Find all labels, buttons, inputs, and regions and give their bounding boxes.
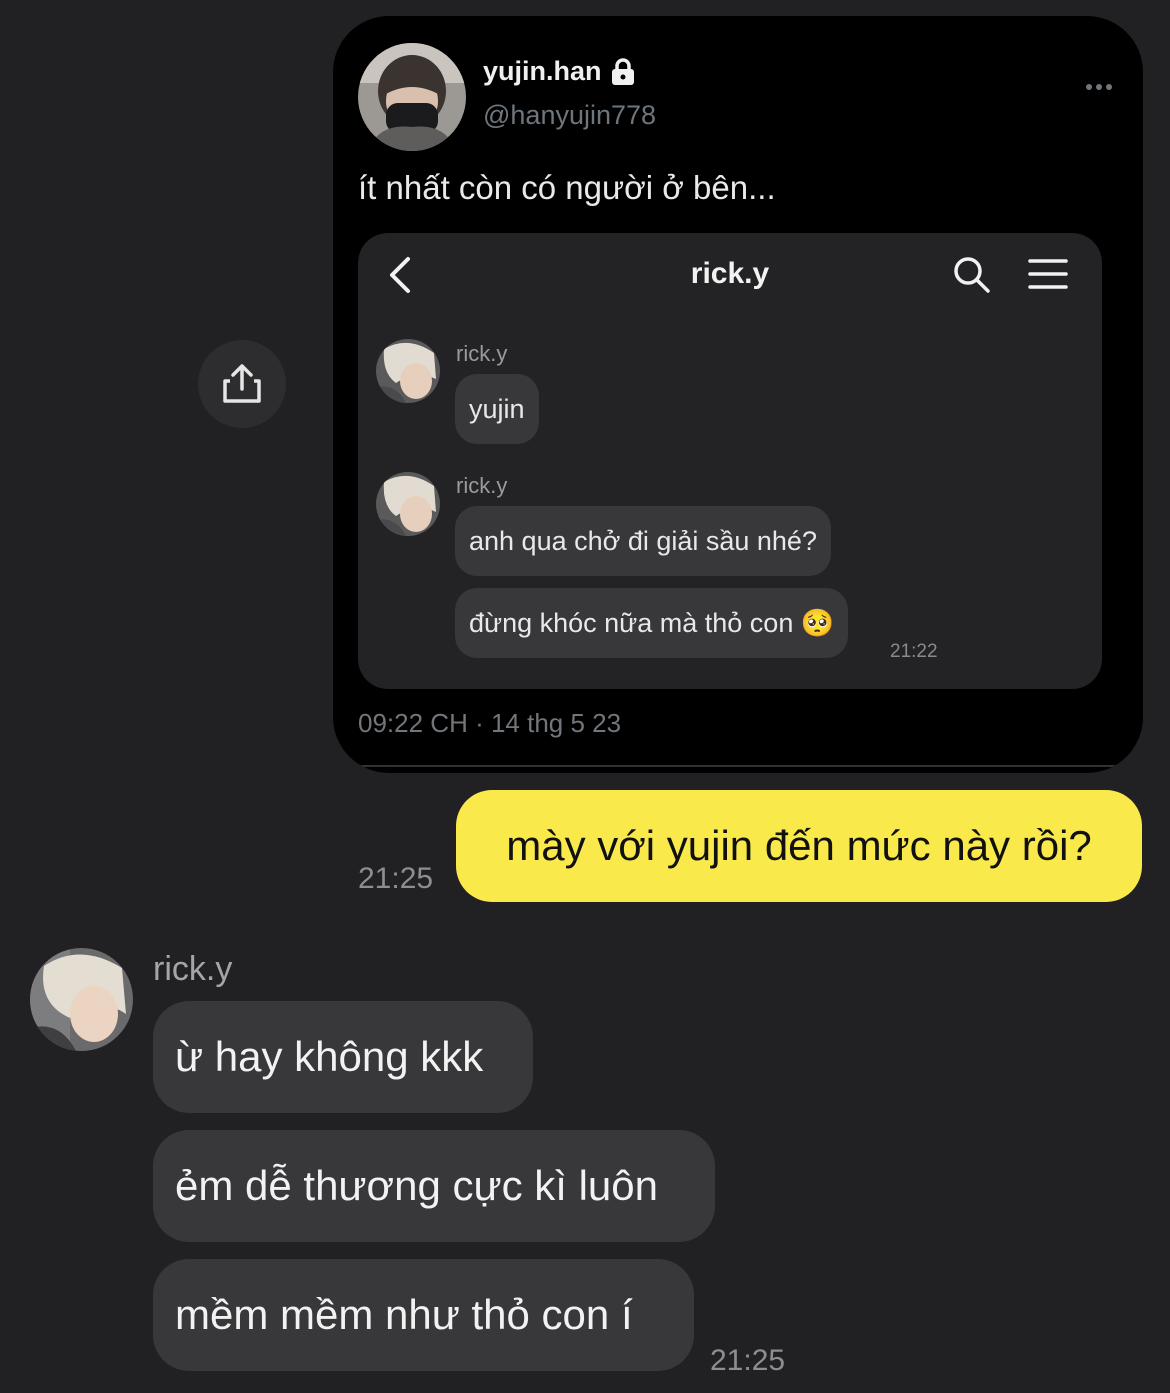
lock-icon xyxy=(611,57,634,85)
embed-message-bubble: anh qua chở đi giải sầu nhé? xyxy=(455,506,831,576)
tweet-name-text: yujin.han xyxy=(483,56,602,86)
share-button[interactable] xyxy=(198,340,286,428)
tweet-timestamp: 09:22 CH · 14 thg 5 23 xyxy=(358,708,622,738)
tweet-avatar[interactable] xyxy=(358,43,466,151)
embed-avatar xyxy=(376,472,440,536)
shared-tweet-card[interactable]: yujin.han @hanyujin778 ít nhất còn có ng… xyxy=(333,16,1143,773)
incoming-message-bubble[interactable]: ừ hay không kkk xyxy=(153,1001,533,1113)
sender-avatar[interactable] xyxy=(30,948,133,1051)
share-icon xyxy=(223,364,261,403)
tweet-divider xyxy=(333,765,1143,767)
outgoing-message-bubble[interactable]: mày với yujin đến mức này rồi? xyxy=(456,790,1142,902)
embed-sender-name: rick.y xyxy=(456,473,508,498)
chat-screen: yujin.han @hanyujin778 ít nhất còn có ng… xyxy=(0,0,1170,1393)
incoming-message-time: 21:25 xyxy=(710,1344,786,1377)
embed-sender-name: rick.y xyxy=(456,341,508,366)
more-icon[interactable] xyxy=(1085,66,1113,98)
incoming-message-bubble[interactable]: ẻm dễ thương cực kì luôn xyxy=(153,1130,715,1242)
embed-message-bubble: yujin xyxy=(455,374,539,444)
tweet-display-name[interactable]: yujin.han xyxy=(483,56,636,87)
tweet-attached-image[interactable]: rick.y rick.y yujin rick.y anh qua chở đ… xyxy=(358,233,1102,689)
sender-name: rick.y xyxy=(153,950,233,988)
menu-icon xyxy=(1028,259,1068,289)
embed-message-bubble: đừng khóc nữa mà thỏ con 🥺 xyxy=(455,588,849,658)
embed-message-time: 21:22 xyxy=(890,641,938,662)
embed-avatar xyxy=(376,339,440,403)
incoming-message-bubble[interactable]: mềm mềm như thỏ con í xyxy=(153,1259,694,1371)
tweet-text: ít nhất còn có người ở bên... xyxy=(358,169,776,206)
tweet-handle[interactable]: @hanyujin778 xyxy=(483,100,656,131)
outgoing-message-time: 21:25 xyxy=(358,862,434,895)
search-icon xyxy=(954,257,990,293)
